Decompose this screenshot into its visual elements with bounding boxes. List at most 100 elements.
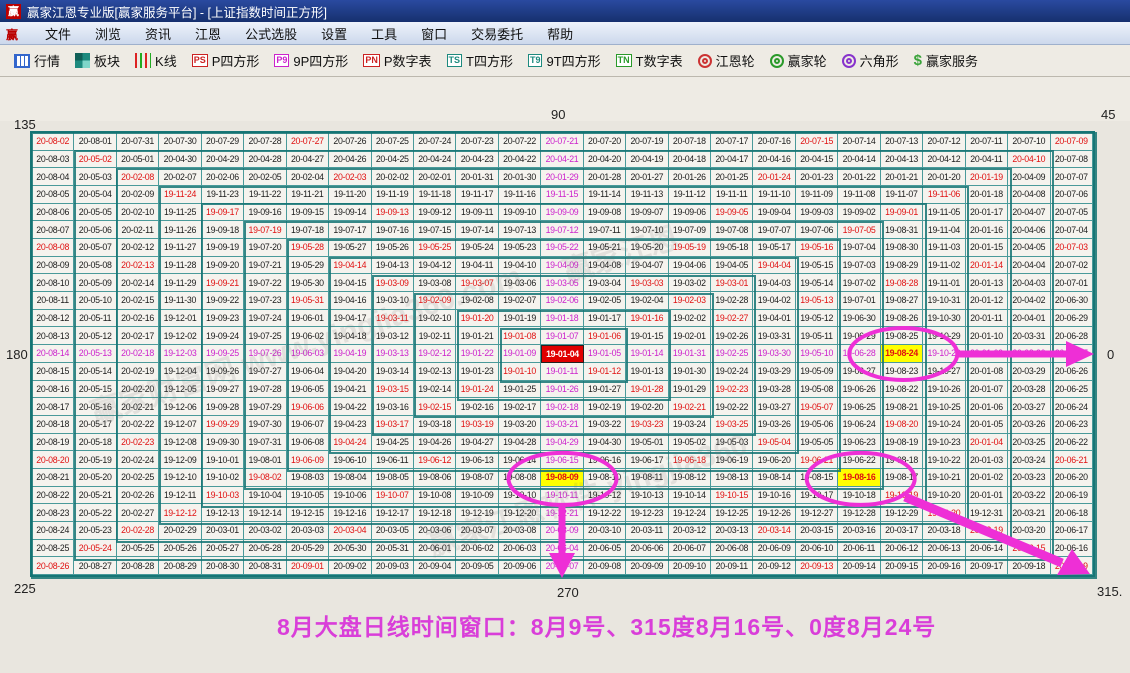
toolbar-button-kline[interactable]: K线 (135, 51, 177, 70)
grid-cell: 20-08-02 (32, 133, 74, 151)
grid-cell: 19-05-12 (796, 310, 838, 328)
angle-label-225: 225 (14, 581, 36, 596)
toolbar-button-t-number-table[interactable]: TNT数字表 (616, 51, 683, 70)
grid-cell: 20-09-11 (711, 557, 753, 575)
toolbar-button-sectors[interactable]: 板块 (75, 51, 120, 70)
grid-cell: 20-01-24 (753, 168, 795, 186)
grid-cell: 19-02-11 (414, 327, 456, 345)
grid-cell: 19-11-29 (159, 274, 201, 292)
toolbar-button-9t-square[interactable]: T99T四方形 (528, 51, 601, 70)
p-number-table-icon: PN (363, 54, 380, 67)
grid-cell: 20-03-14 (753, 522, 795, 540)
grid-cell: 20-01-17 (966, 204, 1008, 222)
grid-cell: 19-11-26 (159, 221, 201, 239)
grid-cell: 20-03-02 (244, 522, 286, 540)
grid-cell: 19-03-25 (711, 416, 753, 434)
menu-item-news[interactable]: 资讯 (133, 22, 183, 45)
grid-cell: 20-05-23 (74, 522, 116, 540)
menu-item-window[interactable]: 窗口 (409, 22, 459, 45)
grid-cell: 20-08-09 (32, 257, 74, 275)
grid-cell: 20-05-21 (74, 487, 116, 505)
grid-cell: 20-06-27 (1051, 345, 1093, 363)
grid-cell: 19-02-28 (711, 292, 753, 310)
toolbar-button-winner-wheel[interactable]: 赢家轮 (770, 51, 827, 70)
grid-cell: 20-04-05 (1008, 239, 1050, 257)
grid-cell: 20-06-02 (456, 540, 498, 558)
grid-cell: 19-05-05 (796, 434, 838, 452)
hexagon-icon (842, 54, 856, 68)
grid-cell: 20-04-08 (1008, 186, 1050, 204)
menu-item-trade-entrust[interactable]: 交易委托 (459, 22, 535, 45)
grid-cell: 19-05-13 (796, 292, 838, 310)
grid-cell: 20-08-18 (32, 416, 74, 434)
grid-cell: 20-08-10 (32, 274, 74, 292)
grid-cell: 20-04-15 (796, 151, 838, 169)
grid-cell: 19-03-11 (372, 310, 414, 328)
grid-cell: 20-06-13 (923, 540, 965, 558)
menu-item-gann[interactable]: 江恩 (183, 22, 233, 45)
menu-item-file[interactable]: 文件 (33, 22, 83, 45)
grid-cell: 20-02-06 (202, 168, 244, 186)
grid-cell: 20-06-12 (881, 540, 923, 558)
grid-cell: 20-07-25 (372, 133, 414, 151)
toolbar-button-winner-service[interactable]: $赢家服务 (914, 51, 978, 70)
grid-cell: 19-11-17 (456, 186, 498, 204)
grid-cell: 20-04-18 (669, 151, 711, 169)
toolbar-button-quotes[interactable]: 行情 (14, 51, 60, 70)
grid-cell: 19-12-30 (923, 504, 965, 522)
grid-cell: 19-04-17 (329, 310, 371, 328)
grid-cell: 19-04-29 (541, 434, 583, 452)
grid-cell: 19-04-12 (414, 257, 456, 275)
grid-cell: 19-03-28 (753, 381, 795, 399)
grid-cell: 19-08-04 (329, 469, 371, 487)
grid-cell: 20-07-07 (1051, 168, 1093, 186)
grid-cell: 19-12-19 (456, 504, 498, 522)
grid-cell: 20-03-23 (1008, 469, 1050, 487)
grid-cell: 19-05-06 (796, 416, 838, 434)
toolbar-button-p-square[interactable]: PSP四方形 (192, 51, 260, 70)
grid-cell: 20-02-20 (117, 381, 159, 399)
grid-cell: 19-03-18 (414, 416, 456, 434)
toolbar-button-hexagon[interactable]: 六角形 (842, 51, 899, 70)
grid-cell: 19-11-09 (796, 186, 838, 204)
grid-cell: 19-11-08 (838, 186, 880, 204)
grid-cell: 19-10-26 (923, 381, 965, 399)
menu-item-help[interactable]: 帮助 (535, 22, 585, 45)
highlight-cell: 19-08-09 (541, 469, 583, 487)
grid-cell: 19-03-07 (456, 274, 498, 292)
grid-cell: 20-06-11 (838, 540, 880, 558)
toolbar-button-9p-square[interactable]: P99P四方形 (274, 51, 348, 70)
grid-cell: 20-06-24 (1051, 398, 1093, 416)
menu-item-tools[interactable]: 工具 (359, 22, 409, 45)
grid-cell: 19-07-02 (838, 274, 880, 292)
grid-cell: 20-05-26 (159, 540, 201, 558)
grid-cell: 19-02-02 (669, 310, 711, 328)
grid-cell: 19-12-21 (541, 504, 583, 522)
grid-cell: 19-07-07 (753, 221, 795, 239)
grid-cell: 20-01-22 (838, 168, 880, 186)
grid-cell: 20-09-16 (923, 557, 965, 575)
grid-cell: 20-04-29 (202, 151, 244, 169)
toolbar-button-t-square[interactable]: TST四方形 (447, 51, 513, 70)
toolbar-button-p-number-table[interactable]: PNP数字表 (363, 51, 431, 70)
angle-label-270: 270 (557, 585, 579, 600)
toolbar-label-winner-wheel: 赢家轮 (788, 51, 827, 70)
grid-cell: 20-06-23 (1051, 416, 1093, 434)
menu-item-formula-stock-pick[interactable]: 公式选股 (233, 22, 309, 45)
menu-item-settings[interactable]: 设置 (309, 22, 359, 45)
menu-item-browse[interactable]: 浏览 (83, 22, 133, 45)
grid-cell: 19-01-11 (541, 363, 583, 381)
grid-cell: 19-11-13 (626, 186, 668, 204)
grid-cell: 20-03-04 (329, 522, 371, 540)
grid-cell: 19-07-16 (372, 221, 414, 239)
grid-cell: 19-10-17 (796, 487, 838, 505)
t-number-table-icon: TN (616, 54, 632, 67)
grid-cell: 20-09-17 (966, 557, 1008, 575)
grid-cell: 19-05-24 (456, 239, 498, 257)
grid-cell: 20-09-01 (287, 557, 329, 575)
grid-cell: 19-02-13 (414, 363, 456, 381)
grid-cell: 20-02-21 (117, 398, 159, 416)
toolbar-button-gann-wheel[interactable]: 江恩轮 (698, 51, 755, 70)
grid-cell: 20-05-01 (117, 151, 159, 169)
grid-cell: 19-11-24 (159, 186, 201, 204)
